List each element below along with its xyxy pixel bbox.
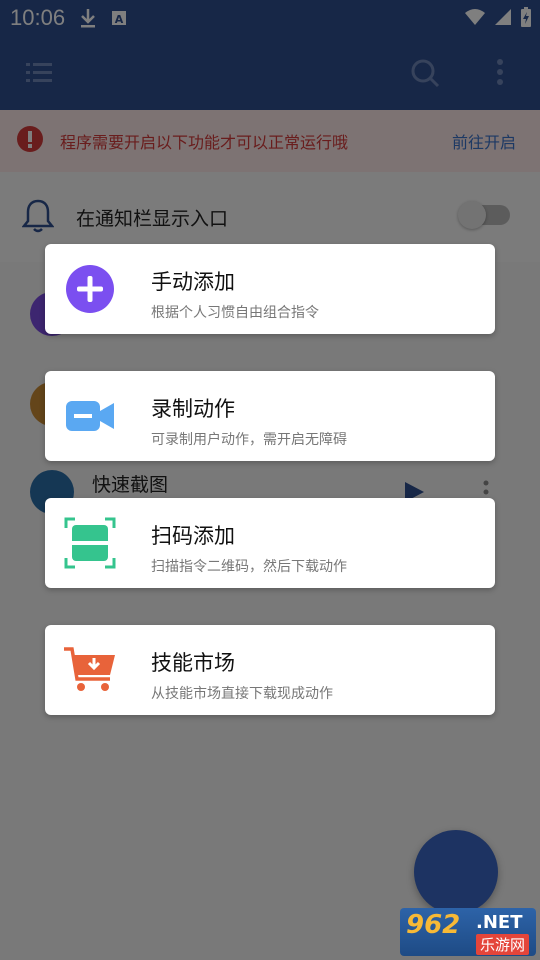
watermark-net: .NET — [476, 912, 523, 933]
option-subtitle: 根据个人习惯自由组合指令 — [151, 305, 319, 321]
watermark-logo: 962 — [406, 910, 461, 940]
plus-circle-icon — [63, 262, 117, 316]
option-title: 录制动作 — [151, 397, 235, 421]
shopping-cart-icon — [63, 643, 117, 697]
option-title: 手动添加 — [151, 270, 235, 294]
option-record-action[interactable]: 录制动作 可录制用户动作，需开启无障碍 — [45, 371, 495, 461]
option-subtitle: 扫描指令二维码，然后下载动作 — [151, 559, 347, 575]
watermark-cn: 乐游网 — [476, 934, 530, 955]
option-manual-add[interactable]: 手动添加 根据个人习惯自由组合指令 — [45, 244, 495, 334]
option-scan-add[interactable]: 扫码添加 扫描指令二维码，然后下载动作 — [45, 498, 495, 588]
modal-overlay[interactable] — [0, 0, 540, 960]
option-subtitle: 可录制用户动作，需开启无障碍 — [151, 432, 347, 448]
option-subtitle: 从技能市场直接下载现成动作 — [151, 686, 333, 702]
site-watermark: 962 .NET 乐游网 — [400, 908, 536, 956]
scan-icon — [63, 516, 117, 570]
option-skill-market[interactable]: 技能市场 从技能市场直接下载现成动作 — [45, 625, 495, 715]
video-camera-icon — [63, 389, 117, 443]
option-title: 技能市场 — [151, 651, 235, 675]
option-title: 扫码添加 — [151, 524, 235, 548]
